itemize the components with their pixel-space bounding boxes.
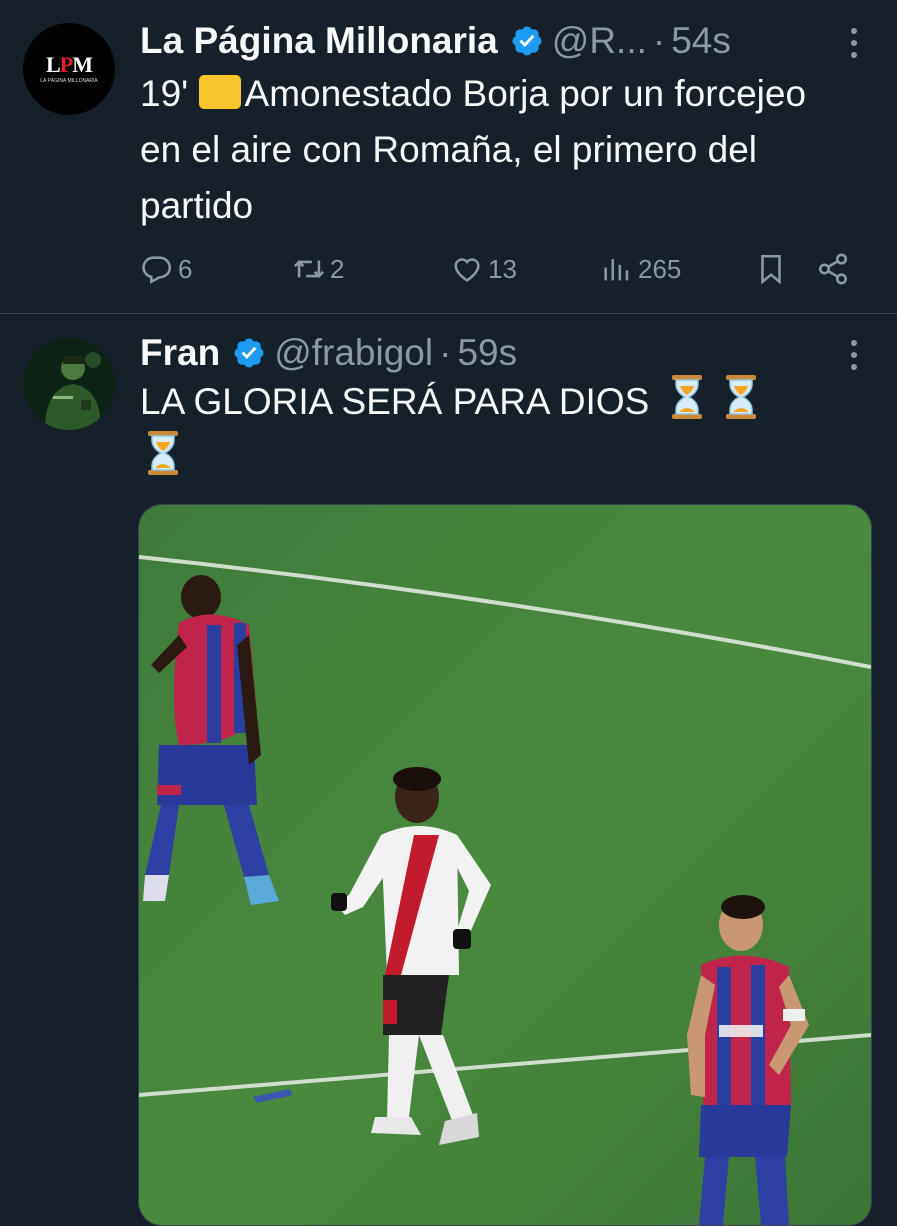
like-button[interactable]: 13 (450, 252, 517, 286)
author-handle[interactable]: @R... (552, 19, 647, 63)
logo-subtitle: LA PÁGINA MILLONARIA (40, 78, 98, 84)
tweet-actions: 6 2 13 265 (140, 252, 860, 292)
tweet-body: LA GLORIA SERÁ PARA DIOS (140, 381, 650, 422)
share-icon (818, 253, 848, 285)
retweet-count: 2 (330, 253, 345, 284)
avatar-la-pagina-millonaria[interactable]: LPM LA PÁGINA MILLONARIA (23, 23, 115, 115)
reply-icon (142, 256, 172, 284)
reply-button[interactable]: 6 (140, 252, 192, 286)
avatar-fran[interactable] (23, 338, 115, 430)
bookmark-icon (761, 254, 781, 285)
minute-marker: 19' (140, 73, 189, 114)
reply-count: 6 (178, 253, 193, 284)
views-button[interactable]: 265 (600, 252, 681, 286)
hourglass-emoji (670, 374, 704, 420)
author-handle[interactable]: @frabigol (274, 331, 433, 375)
views-icon (604, 259, 629, 281)
tweet-text: 19' Amonestado Borja por un forcejeo en … (140, 66, 840, 234)
tweet-header: Fran @frabigol · 59s (140, 331, 517, 375)
retweet-icon (293, 260, 325, 278)
separator-dot: · (652, 20, 666, 61)
share-button[interactable] (816, 252, 854, 286)
verified-badge-icon (510, 24, 544, 58)
like-count: 13 (488, 253, 517, 284)
tweet-time[interactable]: 59s (457, 331, 517, 375)
tweet-header: La Página Millonaria @R... · 54s (140, 19, 731, 63)
verified-badge-icon (232, 336, 266, 370)
views-count: 265 (638, 253, 682, 284)
tweet-text: LA GLORIA SERÁ PARA DIOS (140, 374, 840, 486)
more-options-icon[interactable] (849, 26, 859, 60)
more-options-icon[interactable] (849, 338, 859, 372)
author-name[interactable]: La Página Millonaria (140, 19, 498, 63)
lpm-logo: LPM (46, 52, 93, 77)
like-icon (454, 258, 480, 282)
separator-dot: · (439, 332, 452, 373)
tweet-2[interactable]: Fran @frabigol · 59s LA GLORIA SERÁ PARA… (0, 314, 897, 1226)
retweet-button[interactable]: 2 (292, 252, 344, 286)
author-name[interactable]: Fran (140, 331, 220, 375)
tweet-media-photo[interactable] (138, 504, 872, 1226)
bookmark-button[interactable] (754, 252, 792, 286)
yellow-card-emoji (198, 75, 241, 109)
football-match-photo (139, 505, 871, 1225)
hourglass-emoji (724, 374, 758, 420)
tweet-1[interactable]: LPM LA PÁGINA MILLONARIA La Página Millo… (0, 0, 897, 314)
avatar-image (23, 338, 115, 430)
tweet-time[interactable]: 54s (671, 19, 731, 63)
hourglass-emoji (146, 430, 180, 476)
